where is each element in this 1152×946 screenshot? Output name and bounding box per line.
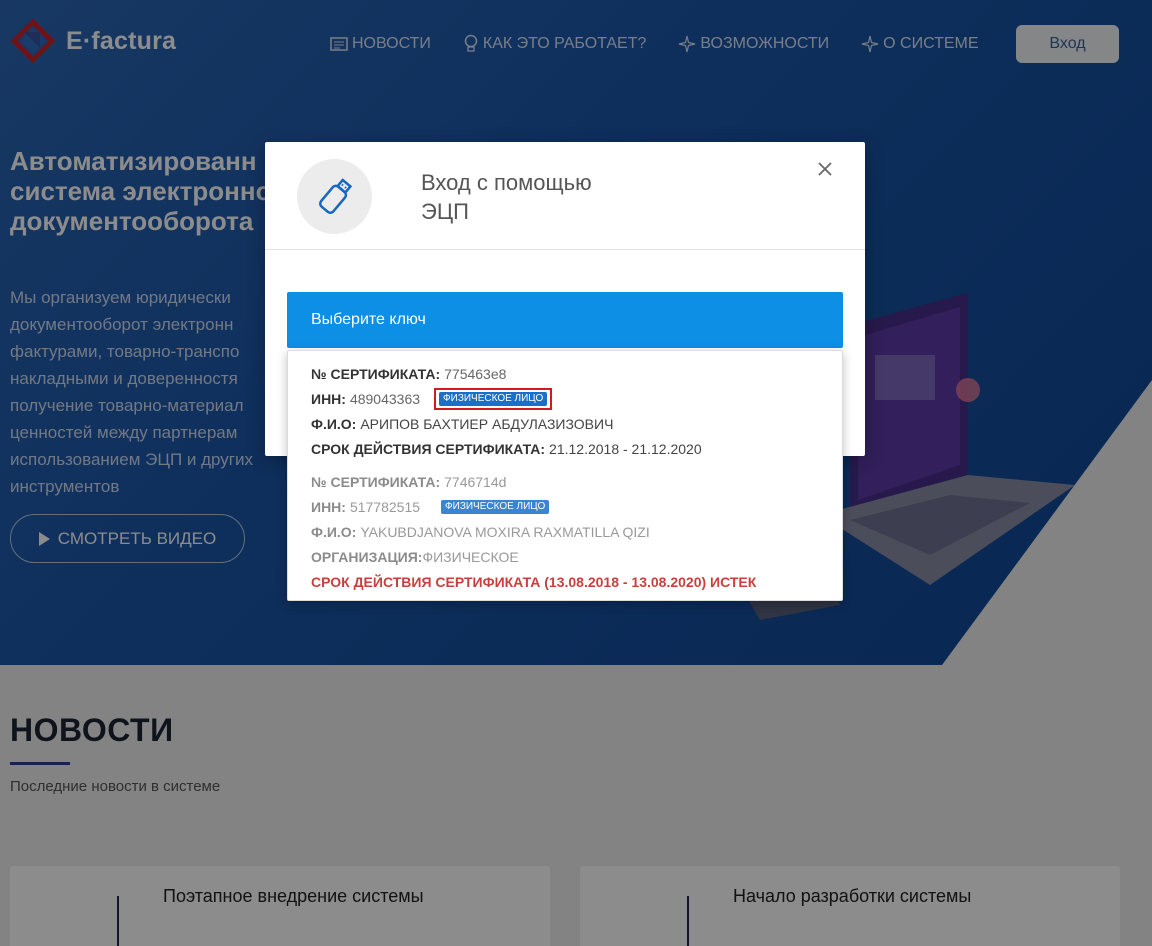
cert-expired-row: СРОК ДЕЙСТВИЯ СЕРТИФИКАТА (13.08.2018 - …: [311, 569, 756, 594]
certificate-option[interactable]: № СЕРТИФИКАТА: 775463e8 ИНН: 489043363 Ф…: [311, 361, 702, 461]
cert-inn-row: ИНН: 489043363 ФИЗИЧЕСКОЕ ЛИЦО: [311, 386, 702, 411]
cert-number-label: № СЕРТИФИКАТА:: [311, 473, 441, 490]
cert-fio-label: Ф.И.О:: [311, 415, 357, 432]
cert-number-label: № СЕРТИФИКАТА:: [311, 365, 441, 382]
modal-title: Вход с помощью ЭЦП: [421, 170, 592, 224]
cert-fio-label: Ф.И.О:: [311, 523, 357, 540]
individual-badge: ФИЗИЧЕСКОЕ ЛИЦО: [441, 499, 550, 514]
close-button[interactable]: [814, 158, 836, 180]
cert-inn-label: ИНН:: [311, 390, 346, 407]
cert-validity-row: СРОК ДЕЙСТВИЯ СЕРТИФИКАТА: 21.12.2018 - …: [311, 436, 702, 461]
close-icon: [818, 162, 832, 176]
cert-number-row: № СЕРТИФИКАТА: 7746714d: [311, 469, 756, 494]
cert-inn-value: 517782515: [349, 498, 421, 515]
modal-header: Вход с помощью ЭЦП: [265, 142, 865, 250]
key-options-list: № СЕРТИФИКАТА: 775463e8 ИНН: 489043363 Ф…: [287, 350, 843, 601]
individual-badge: ФИЗИЧЕСКОЕ ЛИЦО: [439, 391, 548, 406]
cert-org-label: ОРГАНИЗАЦИЯ:: [311, 548, 423, 565]
badge-highlight-box: ФИЗИЧЕСКОЕ ЛИЦО: [434, 387, 553, 410]
cert-inn-value: 489043363: [349, 390, 421, 407]
cert-inn-row: ИНН: 517782515 ФИЗИЧЕСКОЕ ЛИЦО: [311, 494, 756, 519]
cert-org-row: ОРГАНИЗАЦИЯ: ФИЗИЧЕСКОЕ: [311, 544, 756, 569]
cert-number-value: 7746714d: [444, 473, 507, 490]
cert-expired-notice: СРОК ДЕЙСТВИЯ СЕРТИФИКАТА (13.08.2018 - …: [311, 573, 757, 590]
usb-key-icon-circle: [297, 159, 372, 234]
cert-fio-row: Ф.И.О: YAKUBDJANOVA MOXIRA RAXMATILLA QI…: [311, 519, 756, 544]
cert-inn-label: ИНН:: [311, 498, 346, 515]
cert-fio-row: Ф.И.О: АРИПОВ БАХТИЕР АБДУЛАЗИЗОВИЧ: [311, 411, 702, 436]
cert-fio-value: АРИПОВ БАХТИЕР АБДУЛАЗИЗОВИЧ: [360, 415, 614, 432]
key-select-dropdown[interactable]: Выберите ключ: [287, 292, 843, 348]
cert-validity-value: 21.12.2018 - 21.12.2020: [549, 440, 702, 457]
certificate-option[interactable]: № СЕРТИФИКАТА: 7746714d ИНН: 517782515 Ф…: [311, 469, 756, 594]
cert-org-value: ФИЗИЧЕСКОЕ: [422, 548, 519, 565]
cert-fio-value: YAKUBDJANOVA MOXIRA RAXMATILLA QIZI: [360, 523, 650, 540]
cert-validity-label: СРОК ДЕЙСТВИЯ СЕРТИФИКАТА:: [311, 440, 546, 457]
usb-key-icon: [318, 177, 352, 214]
cert-number-row: № СЕРТИФИКАТА: 775463e8: [311, 361, 702, 386]
cert-number-value: 775463e8: [444, 365, 507, 382]
